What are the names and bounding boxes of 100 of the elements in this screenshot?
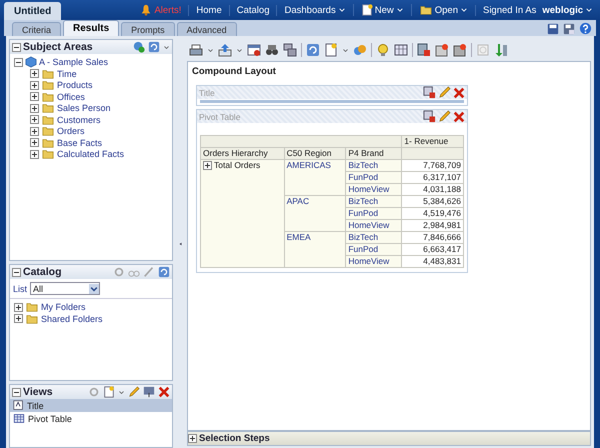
caret-icon[interactable] xyxy=(585,6,593,14)
table-cell: BizTech xyxy=(346,232,402,244)
view-item[interactable]: Pivot Table xyxy=(10,412,172,425)
folder-icon xyxy=(41,148,55,160)
collapse-icon[interactable] xyxy=(12,42,21,52)
collapse-icon[interactable] xyxy=(14,58,23,67)
table-cell: FunPod xyxy=(346,244,402,256)
folder-icon xyxy=(25,301,39,314)
table-cell: BizTech xyxy=(346,160,402,172)
tree-item[interactable]: Base Facts xyxy=(57,138,102,148)
caret-icon[interactable] xyxy=(396,6,404,14)
spheres-icon[interactable] xyxy=(353,43,367,57)
save-icon[interactable] xyxy=(547,22,559,34)
tree-item[interactable]: Customers xyxy=(57,114,101,125)
expand-icon[interactable] xyxy=(30,150,39,159)
column-header: P4 Brand xyxy=(346,148,402,160)
table-cell: 7,846,666 xyxy=(402,232,464,244)
properties-icon[interactable] xyxy=(423,86,436,99)
expand-icon[interactable] xyxy=(30,115,39,124)
caret-icon[interactable] xyxy=(118,388,125,396)
caret-icon[interactable] xyxy=(342,46,349,54)
expand-icon[interactable] xyxy=(30,69,39,78)
expand-icon[interactable] xyxy=(30,126,39,136)
caret-icon[interactable] xyxy=(207,46,214,54)
nav-link[interactable]: Catalog xyxy=(228,4,276,16)
help-icon[interactable] xyxy=(579,22,592,35)
close-icon[interactable] xyxy=(453,110,465,122)
grid-icon[interactable] xyxy=(394,43,408,57)
tree-item[interactable]: Orders xyxy=(57,126,85,136)
table-icon xyxy=(13,413,25,424)
printer-icon[interactable] xyxy=(189,43,203,57)
collapse-icon[interactable] xyxy=(12,388,21,396)
table-cell: 2,984,981 xyxy=(402,220,464,232)
table-cell: AMERICAS xyxy=(284,160,346,196)
list-dropdown[interactable]: All xyxy=(30,282,100,295)
refresh-icon[interactable] xyxy=(158,266,170,278)
table-cell: BizTech xyxy=(346,196,402,208)
folder-icon xyxy=(41,79,55,92)
calendar-icon[interactable] xyxy=(247,43,261,57)
tree-item[interactable]: Offices xyxy=(57,92,85,102)
binoculars-icon[interactable] xyxy=(265,43,279,57)
caret-icon[interactable] xyxy=(163,44,170,50)
expand-icon[interactable] xyxy=(30,138,39,148)
save-as-icon[interactable] xyxy=(563,22,575,34)
tree-item[interactable]: My Folders xyxy=(41,302,86,312)
arrow-down-icon[interactable] xyxy=(494,43,508,57)
view-item[interactable]: Title xyxy=(10,399,172,412)
caret-icon[interactable] xyxy=(338,6,346,14)
tab[interactable]: Results xyxy=(63,20,120,36)
table-cell: APAC xyxy=(284,196,346,232)
column-header: Orders Hierarchy xyxy=(200,148,284,160)
refresh-icon[interactable] xyxy=(306,43,320,57)
nav-menu[interactable]: Dashboards xyxy=(276,4,353,16)
caret-icon[interactable] xyxy=(236,46,243,54)
lightbulb-icon[interactable] xyxy=(376,43,390,57)
tree-item[interactable]: Time xyxy=(57,68,77,79)
document-icon[interactable] xyxy=(417,43,431,57)
expand-icon[interactable] xyxy=(14,302,23,312)
tree-item[interactable]: Products xyxy=(57,80,93,90)
tree-item[interactable]: Shared Folders xyxy=(41,314,103,324)
table-cell: 5,384,626 xyxy=(402,196,464,208)
properties-icon[interactable] xyxy=(423,110,436,123)
user-menu[interactable]: weblogic xyxy=(542,4,583,16)
expand-icon[interactable] xyxy=(30,92,39,102)
tab[interactable]: Prompts xyxy=(121,22,175,36)
section-title[interactable]: Selection Steps xyxy=(199,433,270,444)
nav-menu[interactable]: Open xyxy=(410,4,475,16)
collapse-icon[interactable] xyxy=(12,268,21,276)
expand-icon[interactable] xyxy=(14,314,23,324)
cube-icon xyxy=(25,56,37,68)
tab[interactable]: Criteria xyxy=(12,22,62,36)
view-title: Pivot Table xyxy=(199,112,242,122)
page-icon[interactable] xyxy=(324,43,338,57)
bell-icon[interactable] xyxy=(140,4,152,16)
nav-link[interactable]: Home xyxy=(188,4,229,16)
new-view-icon[interactable] xyxy=(103,386,115,398)
close-icon[interactable] xyxy=(453,86,465,98)
folder-icon xyxy=(41,114,55,126)
expand-icon[interactable] xyxy=(30,104,39,113)
expand-icon[interactable] xyxy=(30,80,39,90)
upload-icon[interactable] xyxy=(218,43,232,57)
dropdown-icon[interactable] xyxy=(89,284,100,294)
table-cell: 4,483,831 xyxy=(402,256,464,268)
tree-item[interactable]: Sales Person xyxy=(57,103,111,114)
refresh-icon[interactable] xyxy=(148,41,160,53)
table-cell: 7,768,709 xyxy=(402,160,464,172)
panel-title: Subject Areas xyxy=(23,41,93,53)
close-icon[interactable] xyxy=(158,386,170,398)
expand-icon[interactable] xyxy=(203,160,212,170)
new-document-icon[interactable] xyxy=(360,4,373,16)
stack-icon[interactable] xyxy=(283,43,297,57)
signed-in-label: Signed In As xyxy=(482,4,536,16)
tree-item[interactable]: Calculated Facts xyxy=(57,149,124,160)
tab[interactable]: Advanced xyxy=(176,22,237,36)
caret-icon[interactable] xyxy=(460,6,468,14)
expand-icon[interactable] xyxy=(188,434,197,443)
nav-menu[interactable]: New xyxy=(352,4,411,16)
table-cell: FunPod xyxy=(346,172,402,184)
tree-item[interactable]: A - Sample Sales xyxy=(39,57,108,68)
folder-icon xyxy=(41,68,55,80)
